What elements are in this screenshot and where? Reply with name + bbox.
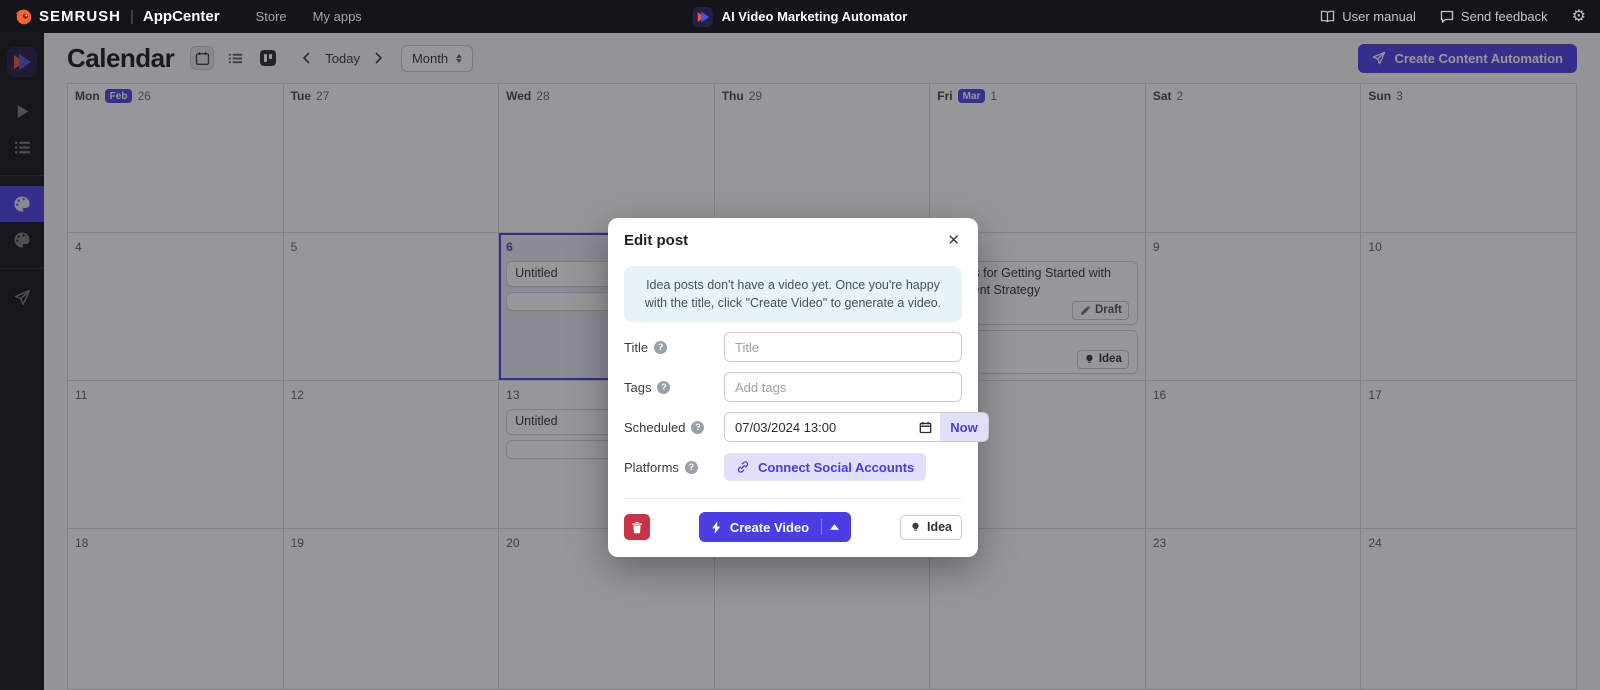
send-feedback-label: Send feedback <box>1461 9 1548 24</box>
idea-info-banner: Idea posts don't have a video yet. Once … <box>624 266 962 322</box>
scheduled-field-row: Scheduled ? Now <box>624 412 962 442</box>
settings-gear-icon[interactable]: ⚙ <box>1572 9 1586 25</box>
top-nav: Store My apps <box>256 9 362 24</box>
modal-header: Edit post ✕ <box>624 231 962 250</box>
scheduled-datetime-input[interactable] <box>725 413 919 441</box>
platforms-label-group: Platforms ? <box>624 460 724 475</box>
app-title: AI Video Marketing Automator <box>722 9 908 24</box>
title-field-row: Title ? <box>624 332 962 362</box>
create-video-button[interactable]: Create Video <box>699 512 851 542</box>
top-bar: SEMRUSH | AppCenter Store My apps AI Vid… <box>0 0 1600 33</box>
modal-title: Edit post <box>624 232 688 249</box>
idea-status-label: Idea <box>927 520 952 534</box>
brand-suffix: AppCenter <box>143 8 220 25</box>
tags-label: Tags <box>624 380 651 395</box>
lightning-icon <box>711 521 722 534</box>
help-icon[interactable]: ? <box>691 421 704 434</box>
scheduled-label: Scheduled <box>624 420 685 435</box>
user-manual-link[interactable]: User manual <box>1320 9 1416 24</box>
user-manual-label: User manual <box>1342 9 1416 24</box>
now-button[interactable]: Now <box>940 413 988 441</box>
help-icon[interactable]: ? <box>657 381 670 394</box>
title-label-group: Title ? <box>624 340 724 355</box>
lightbulb-icon <box>910 521 921 534</box>
send-feedback-link[interactable]: Send feedback <box>1440 9 1548 24</box>
brand-separator: | <box>130 8 134 25</box>
title-label: Title <box>624 340 648 355</box>
tags-input[interactable] <box>724 372 962 402</box>
app-title-group: AI Video Marketing Automator <box>693 0 908 33</box>
platforms-label: Platforms <box>624 460 679 475</box>
modal-footer: Create Video Idea <box>624 498 962 542</box>
connect-social-accounts-button[interactable]: Connect Social Accounts <box>724 453 926 481</box>
semrush-logo-icon <box>14 8 32 26</box>
scheduled-input-group: Now <box>724 412 989 442</box>
brand-name: SEMRUSH <box>39 8 121 25</box>
delete-post-button[interactable] <box>624 514 650 540</box>
datepicker-calendar-icon[interactable] <box>919 413 940 441</box>
help-icon[interactable]: ? <box>654 341 667 354</box>
semrush-brand[interactable]: SEMRUSH | AppCenter <box>14 8 220 26</box>
book-icon <box>1320 10 1335 23</box>
top-right-links: User manual Send feedback ⚙ <box>1320 9 1586 25</box>
app-logo-icon <box>693 7 713 27</box>
feedback-bubble-icon <box>1440 10 1454 23</box>
button-divider <box>821 519 822 535</box>
title-input[interactable] <box>724 332 962 362</box>
edit-post-modal: Edit post ✕ Idea posts don't have a vide… <box>608 218 978 557</box>
help-icon[interactable]: ? <box>685 461 698 474</box>
idea-status-button[interactable]: Idea <box>900 515 962 540</box>
link-icon <box>736 460 750 474</box>
platforms-field-row: Platforms ? Connect Social Accounts <box>624 452 962 482</box>
tags-label-group: Tags ? <box>624 380 724 395</box>
caret-up-icon[interactable] <box>830 524 839 530</box>
nav-store[interactable]: Store <box>256 9 287 24</box>
nav-my-apps[interactable]: My apps <box>313 9 362 24</box>
scheduled-label-group: Scheduled ? <box>624 420 724 435</box>
tags-field-row: Tags ? <box>624 372 962 402</box>
close-icon[interactable]: ✕ <box>945 231 962 250</box>
trash-icon <box>631 521 643 534</box>
connect-social-accounts-label: Connect Social Accounts <box>758 460 914 475</box>
create-video-label: Create Video <box>730 520 809 535</box>
